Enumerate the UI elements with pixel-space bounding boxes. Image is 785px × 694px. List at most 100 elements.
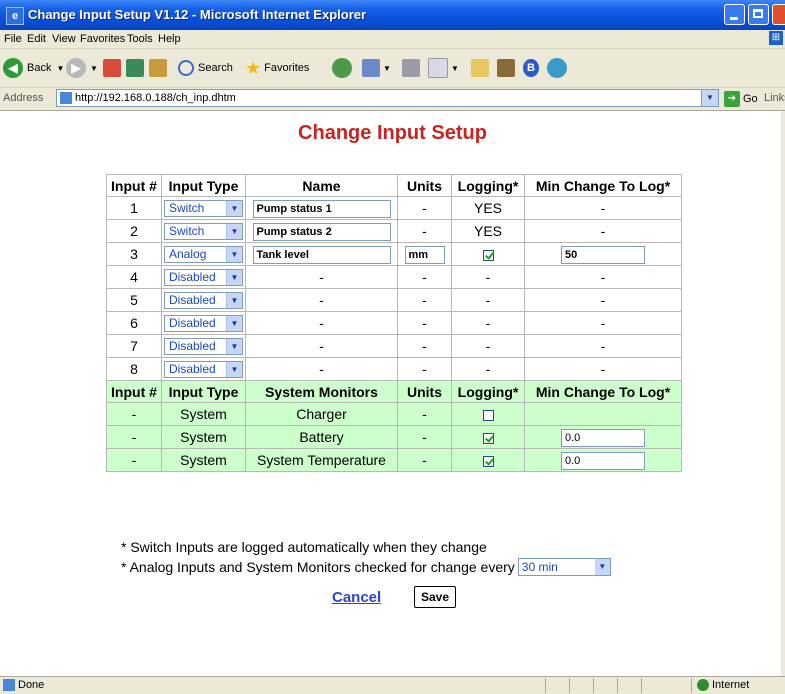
bluetooth-icon: B	[523, 59, 539, 77]
menu-view[interactable]: View	[52, 33, 76, 45]
monitor-row: - System Charger -	[106, 402, 682, 426]
name-value: -	[245, 265, 398, 289]
print-button[interactable]	[402, 57, 420, 79]
name-input[interactable]: Pump status 1	[252, 199, 391, 218]
monitor-name: System Temperature	[245, 448, 398, 472]
menu-edit[interactable]: Edit	[27, 33, 46, 45]
name-value: -	[245, 357, 398, 381]
min-change-value: -	[524, 311, 682, 335]
input-type-select[interactable]: Disabled ▼	[164, 268, 243, 286]
menu-favorites[interactable]: Favorites	[80, 33, 125, 45]
input-type-select[interactable]: Disabled ▼	[164, 314, 243, 332]
refresh-button[interactable]	[126, 57, 144, 79]
status-divider	[569, 678, 570, 693]
logging-value: -	[451, 265, 525, 289]
chevron-down-icon: ▼	[226, 223, 242, 239]
page-title: Change Input Setup	[298, 122, 487, 144]
back-dropdown-icon[interactable]: ▼	[56, 64, 64, 73]
back-label: Back	[27, 62, 52, 74]
go-button[interactable]: ➔ Go	[724, 91, 758, 107]
input-number: 1	[106, 196, 162, 220]
save-button[interactable]: Save	[414, 586, 456, 608]
analog-note: * Analog Inputs and System Monitors chec…	[121, 559, 515, 575]
search-label: Search	[198, 62, 233, 74]
status-divider	[691, 678, 692, 693]
logging-checkbox[interactable]	[482, 409, 494, 421]
min-change-value: -	[524, 334, 682, 358]
min-change-input[interactable]: 0.0	[561, 428, 645, 447]
monitor-number: -	[106, 448, 162, 472]
select-value: Analog	[169, 247, 207, 262]
forward-dropdown-icon[interactable]: ▼	[90, 64, 98, 73]
stop-button[interactable]	[103, 57, 121, 79]
header-system-monitors: System Monitors	[245, 380, 398, 403]
logging-checkbox[interactable]	[482, 432, 494, 444]
address-input[interactable]: http://192.168.0.188/ch_inp.dhtm ▼	[56, 89, 719, 107]
back-arrow-icon: ◀	[3, 58, 23, 78]
select-value: Disabled	[169, 316, 216, 331]
folder-button[interactable]	[471, 57, 489, 79]
interval-select[interactable]: 30 min ▼	[517, 558, 611, 576]
table-row: 2 Switch ▼ Pump status 2 - YES -	[106, 219, 682, 243]
units-input[interactable]: mm	[404, 245, 445, 264]
logging-checkbox[interactable]	[482, 249, 494, 261]
name-input[interactable]: Pump status 2	[252, 222, 391, 241]
header-input-type: Input Type	[161, 174, 246, 197]
page-icon	[3, 679, 15, 691]
links-button[interactable]: Links	[764, 92, 785, 104]
min-change-input[interactable]: 50	[561, 245, 645, 264]
forward-button[interactable]: ▶ ▼	[66, 57, 98, 79]
min-change-value: -	[524, 219, 682, 243]
status-divider	[593, 678, 594, 693]
browser-window: e Change Input Setup V1.12 - Microsoft I…	[0, 0, 785, 694]
input-type-select[interactable]: Disabled ▼	[164, 337, 243, 355]
title-bar: e Change Input Setup V1.12 - Microsoft I…	[0, 0, 785, 30]
table-row: 8 Disabled ▼ - - - -	[106, 357, 682, 381]
address-dropdown-icon[interactable]: ▼	[701, 90, 718, 106]
media-button[interactable]	[332, 57, 352, 79]
close-button[interactable]	[772, 4, 785, 25]
vertical-scrollbar[interactable]	[781, 111, 785, 676]
min-change-input[interactable]: 0.0	[561, 451, 645, 470]
maximize-button[interactable]	[748, 4, 769, 25]
home-button[interactable]	[149, 57, 167, 79]
favorites-button[interactable]: ★ Favorites	[245, 57, 309, 79]
page-icon	[60, 92, 72, 104]
min-change-value: -	[524, 265, 682, 289]
inputs-header-row: Input # Input Type Name Units Logging* M…	[106, 174, 682, 197]
input-type-select[interactable]: Disabled ▼	[164, 360, 243, 378]
select-value: Disabled	[169, 293, 216, 308]
minimize-button[interactable]	[724, 4, 745, 25]
address-url: http://192.168.0.188/ch_inp.dhtm	[75, 92, 236, 104]
cancel-link[interactable]: Cancel	[332, 589, 381, 606]
input-type-select[interactable]: Switch ▼	[164, 199, 243, 217]
input-type-select[interactable]: Switch ▼	[164, 222, 243, 240]
history-button[interactable]: ▼	[362, 57, 391, 79]
input-type-select[interactable]: Disabled ▼	[164, 291, 243, 309]
media-icon	[332, 58, 352, 78]
header-min-change: Min Change To Log*	[524, 380, 682, 403]
status-text: Done	[18, 679, 45, 691]
header-input-num: Input #	[106, 174, 162, 197]
name-input[interactable]: Tank level	[252, 245, 391, 264]
research-button[interactable]	[497, 57, 515, 79]
table-row: 6 Disabled ▼ - - - -	[106, 311, 682, 335]
input-type-select[interactable]: Analog ▼	[164, 245, 243, 263]
folder-icon	[471, 59, 489, 77]
back-button[interactable]: ◀ Back ▼	[3, 57, 64, 79]
menu-file[interactable]: File	[4, 33, 22, 45]
monitor-row: - System Battery - 0.0	[106, 425, 682, 449]
menu-tools[interactable]: Tools	[127, 33, 153, 45]
messenger-button[interactable]	[547, 57, 567, 79]
chevron-down-icon: ▼	[226, 200, 242, 216]
name-value: -	[245, 311, 398, 335]
units-value: -	[397, 357, 452, 381]
bluetooth-button[interactable]: B	[523, 57, 539, 79]
menu-help[interactable]: Help	[158, 33, 181, 45]
logging-checkbox[interactable]	[482, 455, 494, 467]
select-value: Disabled	[169, 362, 216, 377]
edit-button[interactable]: ▼	[428, 57, 459, 79]
search-button[interactable]: Search	[178, 57, 233, 79]
name-value: -	[245, 334, 398, 358]
units-value: -	[397, 265, 452, 289]
